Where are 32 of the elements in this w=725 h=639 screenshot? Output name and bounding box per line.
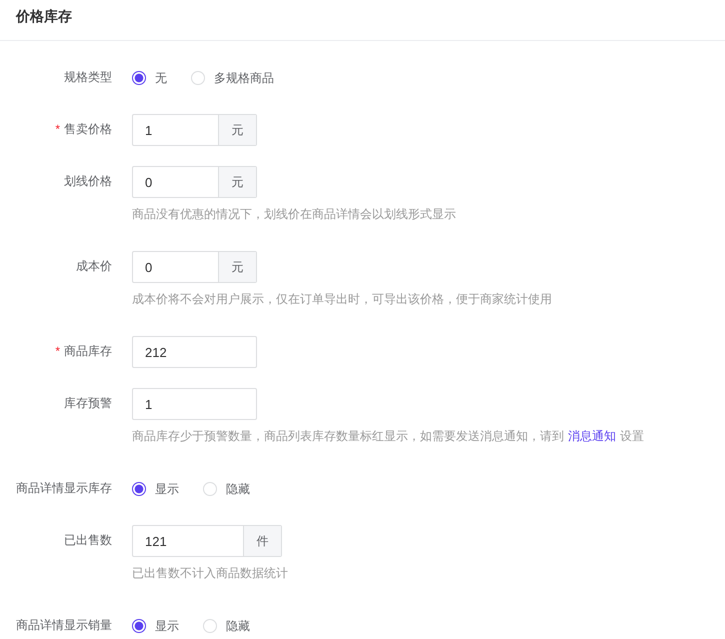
field-label: 售卖价格 (64, 120, 112, 138)
field-label: 商品详情显示销量 (16, 616, 112, 634)
radio-icon[interactable] (132, 482, 146, 496)
input-field[interactable]: 0 元 (132, 251, 257, 283)
input-field[interactable]: 212 (132, 336, 257, 368)
radio-option[interactable]: 隐藏 (203, 618, 250, 634)
message-link[interactable]: 消息通知 (568, 429, 616, 443)
radio-icon[interactable] (132, 619, 146, 633)
required-mark: * (55, 122, 60, 136)
input-field[interactable]: 121 件 (132, 525, 282, 557)
required-mark: * (55, 344, 60, 358)
section-title: 价格库存 (16, 8, 72, 26)
field-label: 成本价 (76, 258, 112, 274)
input-field[interactable]: 1 元 (132, 114, 257, 146)
field-label: 已出售数 (64, 532, 112, 548)
input-field[interactable]: 1 (132, 388, 257, 420)
field-label: 规格类型 (64, 68, 112, 86)
help-text: 商品库存少于预警数量，商品列表库存数量标红显示，如需要发送消息通知，请到 消息通知 设置 (132, 428, 645, 445)
radio-option[interactable]: 显示 (132, 618, 179, 634)
field-label: 商品详情显示库存 (16, 480, 112, 496)
radio-icon[interactable] (132, 71, 146, 85)
field-label: 划线价格 (64, 172, 112, 190)
input-field[interactable]: 0 元 (132, 166, 257, 198)
radio-option[interactable]: 显示 (132, 480, 179, 498)
radio-option[interactable]: 隐藏 (203, 480, 250, 498)
help-text: 商品没有优惠的情况下，划线价在商品详情会以划线形式显示 (132, 206, 457, 223)
field-label: 库存预警 (64, 394, 112, 412)
radio-option[interactable]: 多规格商品 (191, 70, 274, 86)
help-text: 成本价将不会对用户展示，仅在订单导出时，可导出该价格，便于商家统计使用 (132, 291, 553, 308)
help-text: 已出售数不计入商品数据统计 (132, 565, 289, 582)
field-label: 商品库存 (64, 342, 112, 360)
radio-option[interactable]: 无 (132, 70, 167, 86)
